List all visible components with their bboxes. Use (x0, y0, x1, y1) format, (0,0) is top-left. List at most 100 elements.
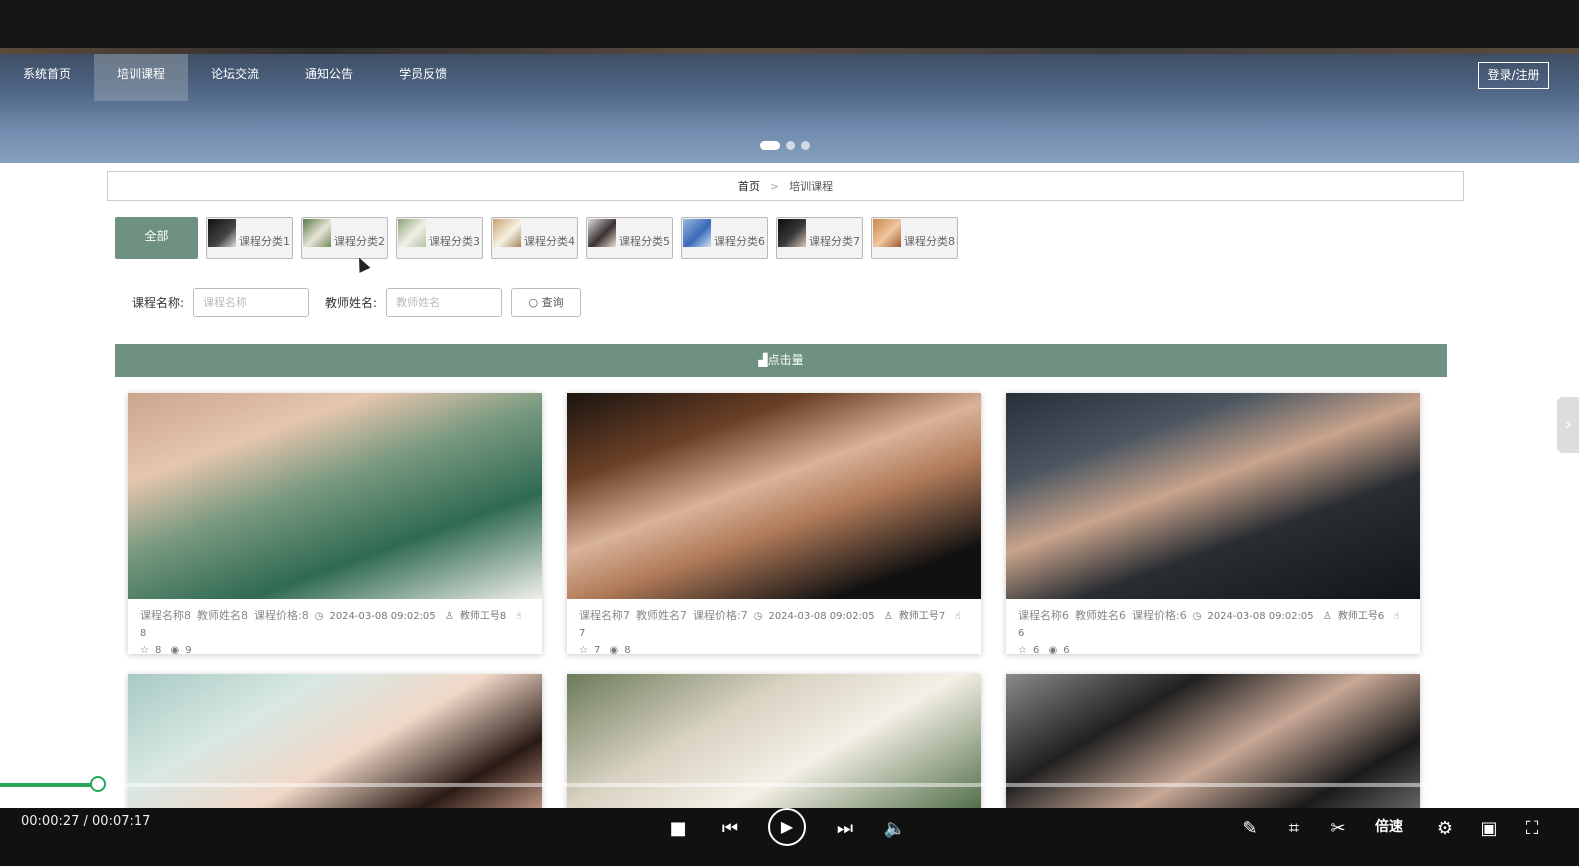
video-progress-bar[interactable] (0, 776, 1579, 792)
clock-icon: ◷ (314, 611, 324, 622)
star-icon: ☆ (579, 645, 588, 656)
stop-icon[interactable]: ■ (665, 816, 691, 842)
star-icon: ☆ (1018, 645, 1027, 656)
category-item-3[interactable]: 课程分类3 (396, 217, 483, 259)
like-count: 7 (579, 628, 586, 639)
category-item-6[interactable]: 课程分类6 (681, 217, 768, 259)
gear-icon[interactable]: ⚙ (1432, 816, 1458, 842)
play-button[interactable]: ▶ (768, 808, 806, 846)
teacher-id: 教师工号6 (1337, 611, 1385, 622)
progress-knob[interactable] (89, 776, 106, 792)
category-item-8[interactable]: 课程分类8 (871, 217, 958, 259)
thumbs-up-icon: ☝ (515, 611, 522, 622)
volume-icon[interactable]: 🔈 (882, 816, 908, 842)
main-nav: 系统首页 培训课程 论坛交流 通知公告 学员反馈 (0, 48, 470, 101)
chevron-right-icon: › (1564, 414, 1572, 435)
thumbs-up-icon: ☝ (1393, 611, 1400, 622)
category-label: 课程分类3 (429, 235, 480, 248)
course-card-image[interactable] (1006, 674, 1420, 808)
carousel-dot-2[interactable] (786, 141, 795, 150)
category-item-7[interactable]: 课程分类7 (776, 217, 863, 259)
category-filter: 全部 课程分类1 课程分类2 课程分类3 课程分类4 课程分类5 课程分类6 课… (115, 217, 966, 259)
favorite-count: 6 (1032, 645, 1040, 656)
crop-icon[interactable]: ⌗ (1281, 816, 1307, 842)
eye-icon: ◉ (170, 645, 180, 656)
category-thumbnail (303, 219, 331, 247)
category-thumbnail (398, 219, 426, 247)
teacher-name: 教师姓名6 (1075, 609, 1126, 622)
course-price: 课程价格:8 (254, 609, 309, 622)
player-controls: 00:00:27 / 00:07:17 ■ ⏮ ▶ ⏭ 🔈 ✎ ⌗ ✂ 倍速 ⚙… (0, 808, 1579, 866)
login-register-button[interactable]: 登录/注册 (1478, 62, 1549, 89)
thumbs-up-icon: ☝ (954, 611, 961, 622)
course-meta: 课程名称6 教师姓名6 课程价格:6 ◷ 2024-03-08 09:02:05 ♙ 教师… (1006, 599, 1420, 659)
like-count: 8 (140, 628, 147, 639)
chart-icon: ▟ (758, 353, 768, 367)
scissors-icon[interactable]: ✂ (1325, 816, 1351, 842)
sort-by-clicks-bar[interactable]: ▟点击量 (115, 344, 1447, 377)
search-button[interactable]: ○ 查询 (511, 288, 582, 317)
search-button-label: 查询 (541, 296, 564, 309)
eraser-icon[interactable]: ✎ (1237, 816, 1263, 842)
category-all-button[interactable]: 全部 (115, 217, 198, 259)
play-icon: ▶ (780, 817, 794, 836)
carousel-dot-3[interactable] (801, 141, 810, 150)
breadcrumb: 首页 > 培训课程 (107, 171, 1464, 201)
category-label: 课程分类4 (524, 235, 575, 248)
nav-item-forum[interactable]: 论坛交流 (188, 48, 282, 101)
web-page: 系统首页 培训课程 论坛交流 通知公告 学员反馈 登录/注册 首页 > 培训课程… (0, 48, 1579, 808)
course-name-label: 课程名称: (132, 296, 185, 310)
user-icon: ♙ (883, 611, 893, 622)
nav-item-notice[interactable]: 通知公告 (282, 48, 376, 101)
category-label: 课程分类6 (714, 235, 765, 248)
breadcrumb-separator: > (769, 179, 780, 193)
side-panel-toggle[interactable]: › (1557, 397, 1579, 453)
course-card[interactable]: 课程名称7 教师姓名7 课程价格:7 ◷ 2024-03-08 09:02:05 ♙ 教师… (567, 393, 981, 656)
view-count: 9 (185, 645, 192, 656)
category-item-1[interactable]: 课程分类1 (206, 217, 293, 259)
progress-fill (0, 783, 98, 787)
category-thumbnail (873, 219, 901, 247)
course-name-input[interactable]: 课程名称 (193, 288, 310, 317)
previous-icon[interactable]: ⏮ (717, 816, 743, 842)
carousel-dot-1[interactable] (760, 141, 780, 150)
course-image (567, 393, 981, 599)
course-card-image[interactable] (567, 674, 981, 808)
nav-item-courses[interactable]: 培训课程 (94, 48, 189, 101)
clock-icon: ◷ (1192, 611, 1202, 622)
nav-item-feedback[interactable]: 学员反馈 (376, 48, 470, 101)
user-icon: ♙ (444, 611, 454, 622)
nav-item-home[interactable]: 系统首页 (0, 48, 94, 101)
course-card[interactable]: 课程名称6 教师姓名6 课程价格:6 ◷ 2024-03-08 09:02:05 ♙ 教师… (1006, 393, 1420, 656)
course-image (128, 393, 542, 599)
course-date: 2024-03-08 09:02:05 (768, 611, 875, 622)
breadcrumb-home[interactable]: 首页 (738, 178, 760, 194)
course-name: 课程名称7 (579, 609, 630, 622)
category-thumbnail (208, 219, 236, 247)
category-item-5[interactable]: 课程分类5 (586, 217, 673, 259)
teacher-name-input[interactable]: 教师姓名 (386, 288, 503, 317)
eye-icon: ◉ (609, 645, 619, 656)
clock-icon: ◷ (753, 611, 763, 622)
category-item-2[interactable]: 课程分类2 (301, 217, 388, 259)
course-image (1006, 393, 1420, 599)
category-thumbnail (683, 219, 711, 247)
playback-speed-button[interactable]: 倍速 (1375, 816, 1403, 836)
like-count: 6 (1018, 628, 1025, 639)
course-card[interactable]: 课程名称8 教师姓名8 课程价格:8 ◷ 2024-03-08 09:02:05 ♙ 教师… (128, 393, 542, 656)
category-label: 课程分类7 (809, 235, 860, 248)
breadcrumb-current: 培训课程 (789, 180, 834, 193)
banner-carousel: 系统首页 培训课程 论坛交流 通知公告 学员反馈 登录/注册 (0, 48, 1579, 163)
next-icon[interactable]: ⏭ (832, 816, 858, 842)
category-item-4[interactable]: 课程分类4 (491, 217, 578, 259)
playback-time: 00:00:27 / 00:07:17 (21, 814, 151, 829)
category-label: 课程分类5 (619, 235, 670, 248)
picture-in-picture-icon[interactable]: ▣ (1476, 816, 1502, 842)
course-meta: 课程名称7 教师姓名7 课程价格:7 ◷ 2024-03-08 09:02:05 ♙ 教师… (567, 599, 981, 659)
course-card-image[interactable] (128, 674, 542, 808)
category-label: 课程分类1 (239, 235, 290, 248)
sort-label: 点击量 (767, 353, 804, 367)
teacher-name: 教师姓名8 (197, 609, 248, 622)
fullscreen-icon[interactable]: ⛶ (1519, 816, 1545, 842)
category-label: 课程分类8 (904, 235, 955, 248)
